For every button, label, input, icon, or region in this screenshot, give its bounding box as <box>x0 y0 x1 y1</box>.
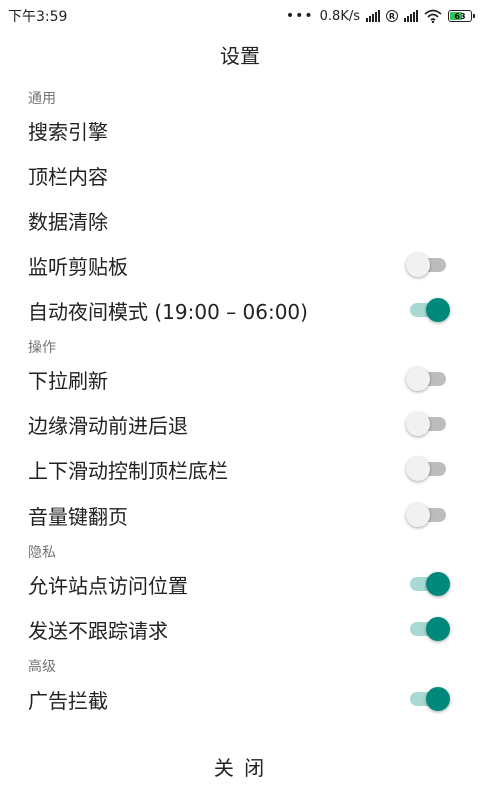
settings-item-do-not-track[interactable]: 发送不跟踪请求 <box>0 607 480 651</box>
edge-swipe-toggle[interactable] <box>406 410 450 438</box>
more-dots-icon: ••• <box>285 8 314 24</box>
settings-item-label: 上下滑动控制顶栏底栏 <box>28 458 228 483</box>
scroll-bars-toggle[interactable] <box>406 455 450 483</box>
settings-item-label: 允许站点访问位置 <box>28 573 188 598</box>
do-not-track-toggle[interactable] <box>406 615 450 643</box>
settings-item-label: 音量键翻页 <box>28 504 128 529</box>
page-title: 设置 <box>220 44 260 68</box>
signal-icon <box>366 10 380 22</box>
settings-item-volume-keys[interactable]: 音量键翻页 <box>0 493 480 537</box>
settings-item-label: 顶栏内容 <box>28 164 108 189</box>
section-header-operation: 操作 <box>28 340 56 356</box>
settings-item-clipboard[interactable]: 监听剪贴板 <box>0 243 480 287</box>
section-header-privacy: 隐私 <box>28 545 56 561</box>
settings-item-clear-data[interactable]: 数据清除 <box>0 198 480 242</box>
settings-item-ad-block[interactable]: 广告拦截 <box>0 677 480 721</box>
status-time: 下午3:59 <box>8 9 68 25</box>
pull-refresh-toggle[interactable] <box>406 365 450 393</box>
settings-item-label: 边缘滑动前进后退 <box>28 413 188 438</box>
settings-item-label: 广告拦截 <box>28 688 108 713</box>
settings-screen: 下午3:59 ••• 0.8K/s R 63 设置 通用 搜索引擎 顶栏内容 数… <box>0 0 480 800</box>
settings-item-label: 下拉刷新 <box>28 368 108 393</box>
volume-keys-toggle[interactable] <box>406 501 450 529</box>
settings-item-label: 搜索引擎 <box>28 119 108 144</box>
settings-item-search-engine[interactable]: 搜索引擎 <box>0 108 480 152</box>
signal-icon-2 <box>404 10 418 22</box>
status-icons: ••• 0.8K/s R 63 <box>285 8 475 24</box>
settings-item-location[interactable]: 允许站点访问位置 <box>0 562 480 606</box>
settings-item-label: 数据清除 <box>28 209 108 234</box>
status-bar: 下午3:59 ••• 0.8K/s R 63 <box>0 0 480 32</box>
registered-icon: R <box>386 10 398 22</box>
ad-block-toggle[interactable] <box>406 685 450 713</box>
network-speed: 0.8K/s <box>319 8 360 24</box>
battery-icon: 63 <box>448 10 475 22</box>
section-header-advanced: 高级 <box>28 659 56 675</box>
clipboard-toggle[interactable] <box>406 251 450 279</box>
wifi-icon <box>424 9 442 23</box>
settings-item-label: 监听剪贴板 <box>28 254 128 279</box>
settings-item-pull-refresh[interactable]: 下拉刷新 <box>0 357 480 401</box>
battery-level: 63 <box>454 11 466 21</box>
settings-item-scroll-bars[interactable]: 上下滑动控制顶栏底栏 <box>0 447 480 491</box>
settings-item-label: 发送不跟踪请求 <box>28 618 168 643</box>
auto-night-mode-toggle[interactable] <box>406 296 450 324</box>
location-toggle[interactable] <box>406 570 450 598</box>
settings-item-label: 自动夜间模式 (19:00 – 06:00) <box>28 299 308 324</box>
settings-item-topbar-content[interactable]: 顶栏内容 <box>0 153 480 197</box>
section-header-general: 通用 <box>28 91 56 107</box>
settings-item-edge-swipe[interactable]: 边缘滑动前进后退 <box>0 402 480 446</box>
close-button[interactable]: 关 闭 <box>0 742 480 790</box>
settings-item-auto-night-mode[interactable]: 自动夜间模式 (19:00 – 06:00) <box>0 288 480 332</box>
